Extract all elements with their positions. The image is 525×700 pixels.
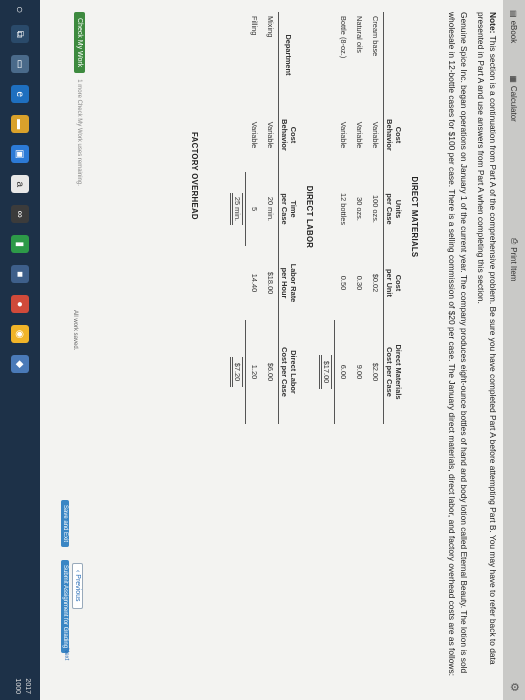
taskbar: ○ ⧉ ▭ e ▬ ▣ a ∞ ▮ ■ ● ◉ ◆ 2017 1000 xyxy=(0,0,40,700)
task-view-icon[interactable]: ⧉ xyxy=(11,25,29,44)
toolbar: ▤ eBook ▦ Calculator ⎙ Print Item ⚙ xyxy=(503,0,525,700)
chrome-icon[interactable]: ◉ xyxy=(11,325,29,344)
dl-total: $7.20 xyxy=(230,356,243,388)
direct-materials-table: DIRECT MATERIALS Cost Behavior Units per C… xyxy=(318,12,421,424)
ebook-button[interactable]: ▤ eBook xyxy=(510,10,519,43)
dm-header-units: Units per Case xyxy=(383,172,404,246)
gear-icon[interactable]: ⚙ xyxy=(508,682,521,692)
calculator-icon: ▦ xyxy=(509,75,519,83)
problem-content: Note: This section is a continuation fro… xyxy=(99,12,499,692)
next-button[interactable]: Next xyxy=(63,648,69,660)
intro-paragraph: Genuine Spice Inc. began operations on J… xyxy=(447,12,469,676)
printer-icon: ⎙ xyxy=(510,237,519,245)
file-explorer-icon[interactable]: ▭ xyxy=(11,55,29,74)
dl-time-total: 25 min. xyxy=(230,192,243,226)
windows-icon[interactable]: ○ xyxy=(13,6,27,13)
factory-overhead-title: FACTORY OVERHEAD xyxy=(190,132,199,220)
print-button[interactable]: ⎙ Print Item xyxy=(509,237,520,282)
submit-assignment-button[interactable]: Submit Assignment for Grading xyxy=(61,560,69,654)
system-clock: 2017 1000 xyxy=(14,678,31,694)
note-paragraph: Note: This section is a continuation fro… xyxy=(476,12,498,665)
app-icon-blue[interactable]: ■ xyxy=(11,265,29,284)
dm-total: $17.00 xyxy=(319,354,332,390)
dm-row: Cream base Variable 100 ozs. $0.02 $2.00 xyxy=(371,16,380,382)
dm-header-cost: Cost per Unit xyxy=(383,246,404,320)
dl-header-behavior: Cost Behavior xyxy=(278,98,299,172)
book-icon: ▤ xyxy=(509,10,519,18)
app-icon-green[interactable]: ▮ xyxy=(11,235,29,254)
folder-icon[interactable]: ▬ xyxy=(11,115,29,134)
app-icon-red[interactable]: ● xyxy=(11,295,29,314)
amazon-icon[interactable]: a xyxy=(11,175,29,194)
store-icon[interactable]: ▣ xyxy=(11,145,29,164)
dl-header-time: Time per Case xyxy=(278,172,299,246)
calculator-button[interactable]: ▦ Calculator xyxy=(510,75,519,122)
dl-header-rate: Labor Rate per Hour xyxy=(278,246,299,320)
dm-header-total: Direct Materials Cost per Case xyxy=(383,320,404,424)
check-work-area: Check My Work 1 more Check My Work uses … xyxy=(74,12,85,186)
dl-header-total: Direct Labor Cost per Case xyxy=(278,320,299,424)
dm-total-row: $17.00 xyxy=(318,12,335,424)
direct-labor-table: DIRECT LABOR Department Cost Behavior Tim… xyxy=(229,12,316,424)
previous-button[interactable]: ‹ Previous xyxy=(72,563,83,609)
check-my-work-button[interactable]: Check My Work xyxy=(74,12,85,74)
dm-row: Natural oils Variable 30 ozs. 0.30 9.00 xyxy=(355,16,364,380)
dl-row: Filling Variable 5 14.40 1.20 xyxy=(245,12,262,424)
edge-icon[interactable]: e xyxy=(11,85,29,104)
dl-header-department: Department xyxy=(278,12,299,98)
dl-row: Mixing Variable 20 min. $18.00 $6.00 xyxy=(266,16,275,382)
check-work-note: 1 more Check My Work uses remaining. xyxy=(76,79,83,186)
dm-row: Bottle (8-oz.) Variable 12 bottles 0.50 … xyxy=(334,12,351,424)
dl-total-row: 25 min. $7.20 xyxy=(229,12,246,424)
direct-labor-title: DIRECT LABOR xyxy=(305,185,314,249)
save-and-exit-button[interactable]: Save and Exit xyxy=(61,500,69,548)
dm-header-item xyxy=(383,12,404,98)
direct-materials-title: DIRECT MATERIALS xyxy=(410,176,419,258)
dm-header-behavior: Cost Behavior xyxy=(383,98,404,172)
app-icon-shield[interactable]: ◆ xyxy=(11,355,29,374)
screen-content: ▤ eBook ▦ Calculator ⎙ Print Item ⚙ Note… xyxy=(0,0,525,700)
save-status: All work saved. xyxy=(72,310,78,351)
dolby-icon[interactable]: ∞ xyxy=(11,205,29,224)
